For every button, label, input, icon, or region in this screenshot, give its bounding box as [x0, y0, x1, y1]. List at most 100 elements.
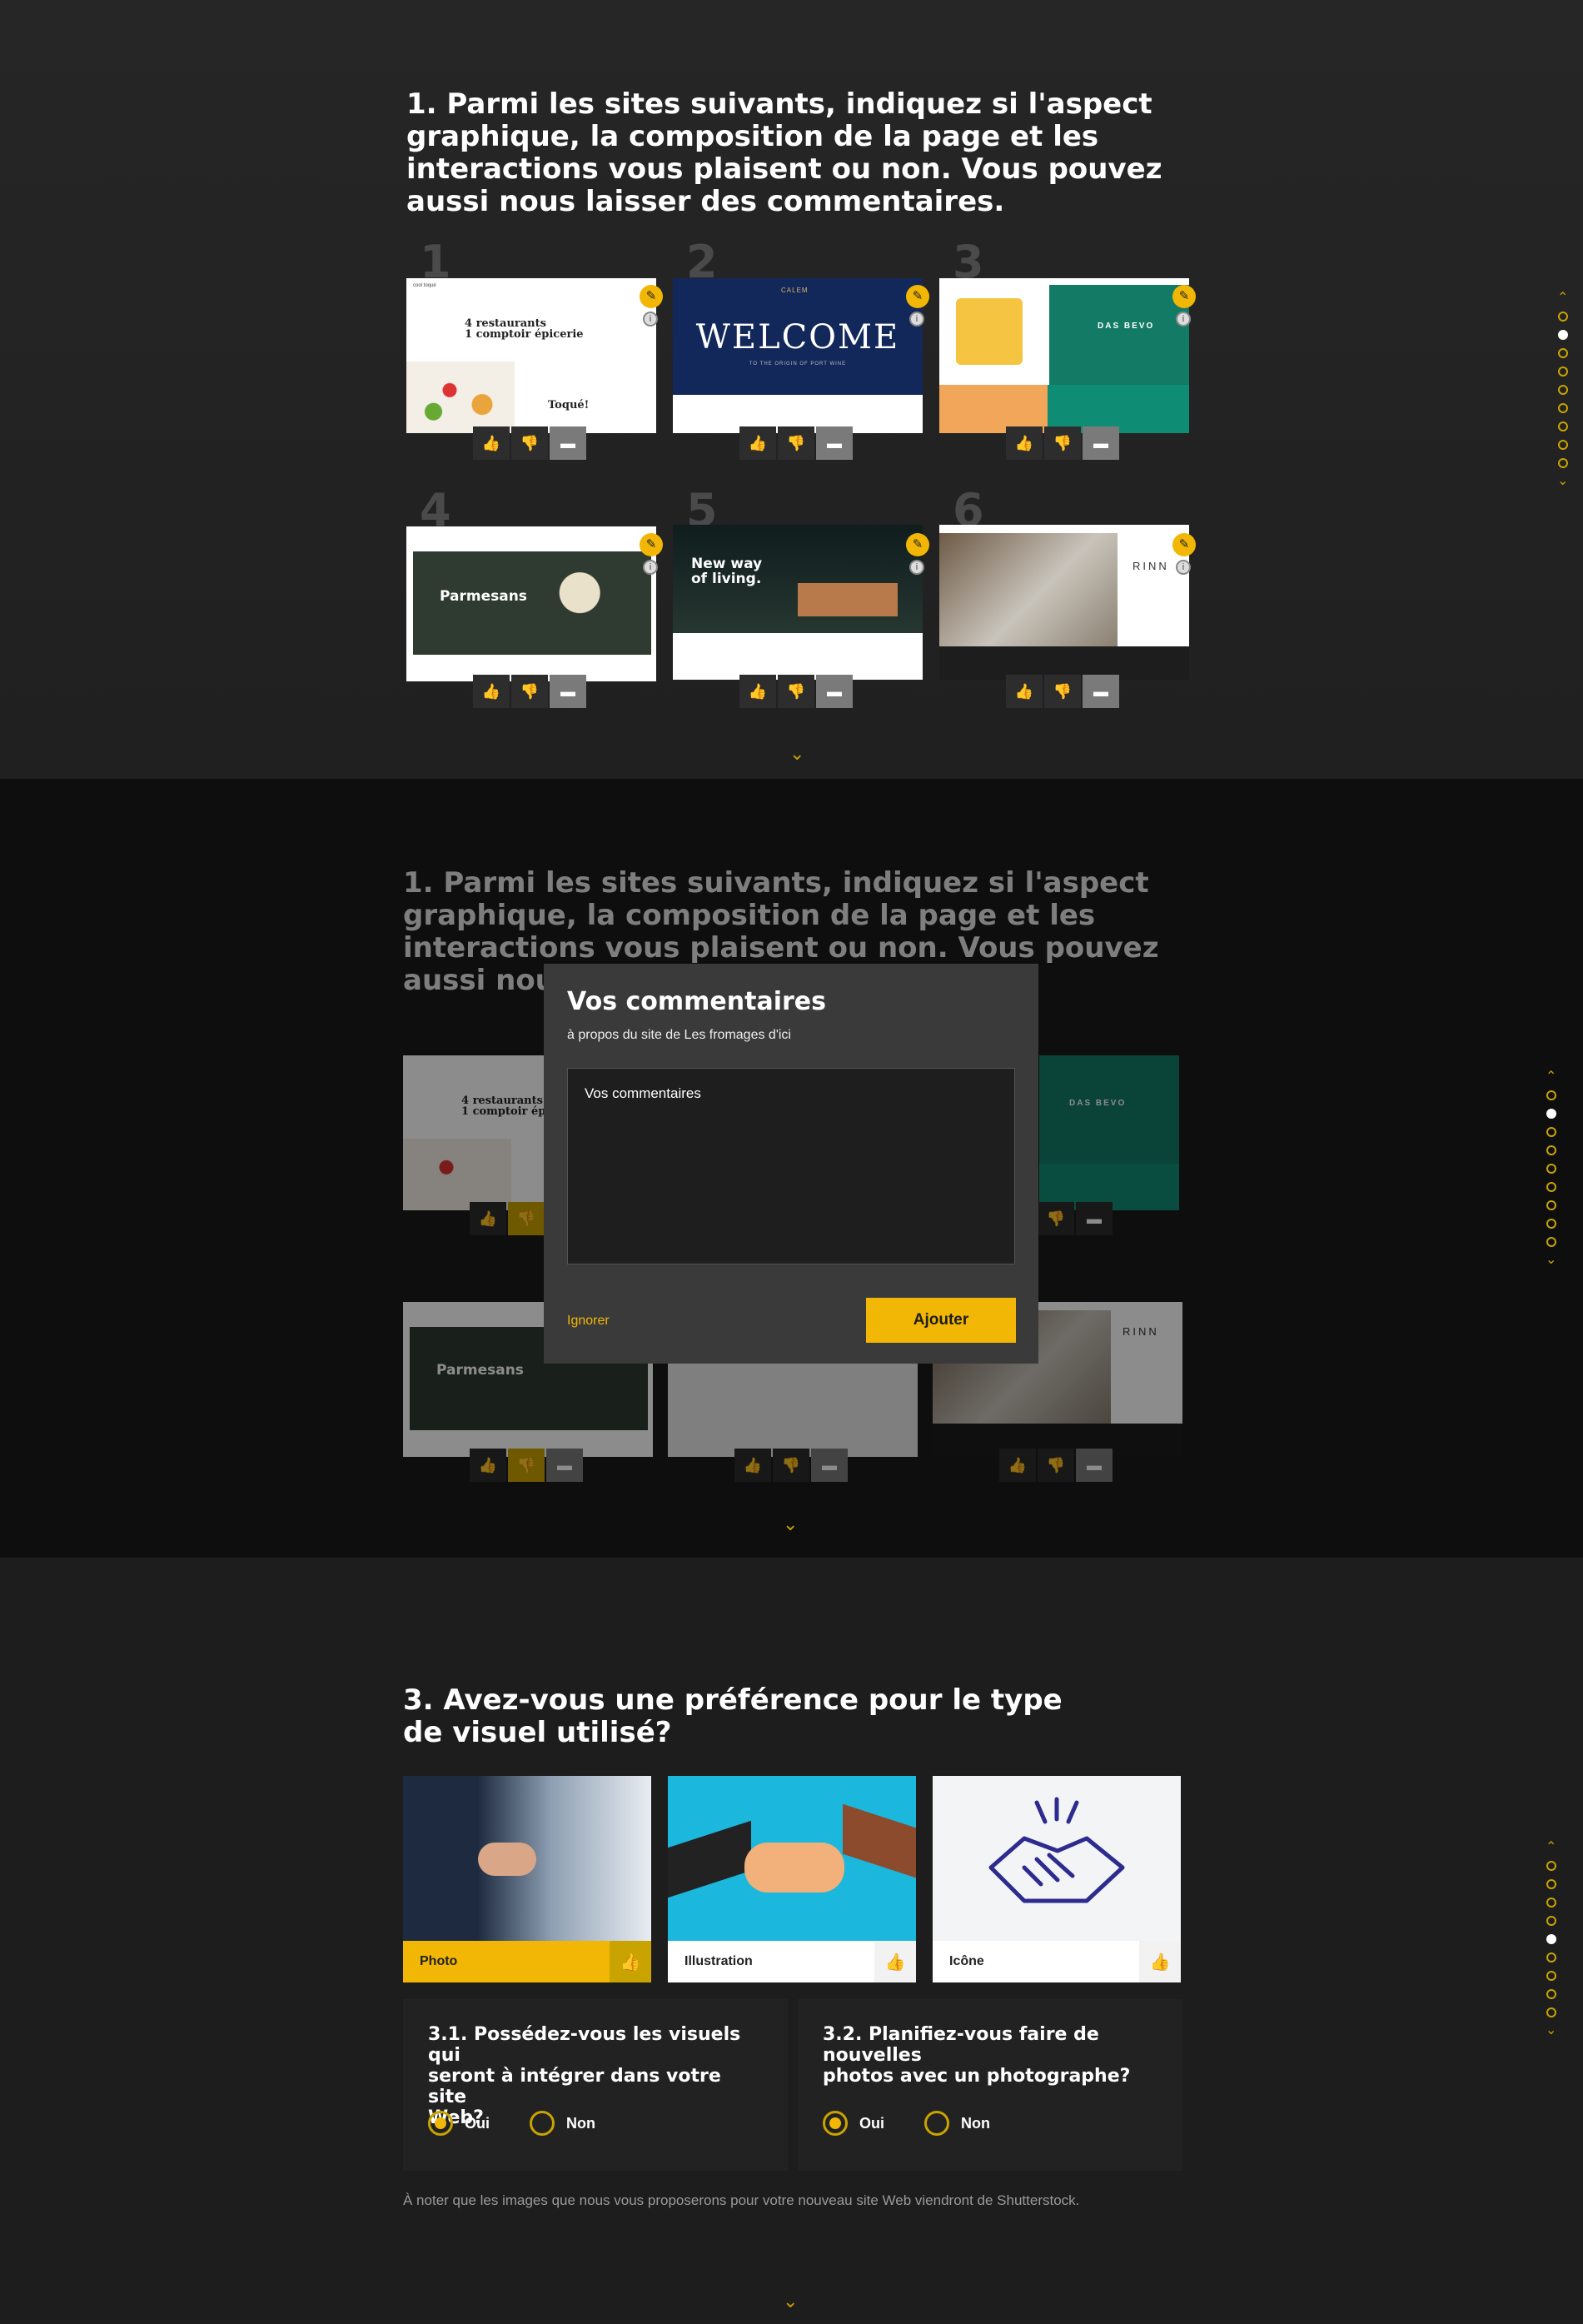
nav-dot[interactable]	[1546, 1109, 1556, 1119]
comment-icon[interactable]: ▬	[1083, 426, 1119, 460]
thumbs-up-icon[interactable]: 👍	[473, 426, 510, 460]
nav-dot[interactable]	[1546, 2007, 1556, 2017]
question-title: 3. Avez-vous une préférence pour le type…	[403, 1684, 1063, 1749]
thumbs-up-icon[interactable]: 👍	[473, 675, 510, 708]
thumbs-down-icon[interactable]: 👎	[511, 675, 548, 708]
nav-dot[interactable]	[1546, 1952, 1556, 1962]
nav-dot[interactable]	[1557, 312, 1568, 322]
nav-dot[interactable]	[1546, 1879, 1556, 1889]
nav-dot[interactable]	[1557, 421, 1568, 431]
nav-dot[interactable]	[1546, 1861, 1556, 1871]
vote-bar: 👍 👎 ▬	[473, 675, 586, 708]
thumbs-down-icon[interactable]: 👎	[778, 426, 814, 460]
nav-dot[interactable]	[1546, 1934, 1556, 1944]
visual-card-icon[interactable]: Icône 👍	[933, 1776, 1181, 1982]
nav-dot[interactable]	[1546, 1971, 1556, 1981]
nav-dot[interactable]	[1546, 1898, 1556, 1908]
thumbs-up-icon[interactable]: 👍	[1006, 426, 1043, 460]
nav-dot[interactable]	[1546, 1989, 1556, 1999]
thumbs-up-icon[interactable]: 👍	[1006, 675, 1043, 708]
nav-dot[interactable]	[1557, 403, 1568, 413]
radio-oui[interactable]	[823, 2111, 848, 2136]
nav-dot[interactable]	[1546, 1916, 1556, 1926]
visual-label: Photo	[403, 1941, 610, 1982]
info-icon[interactable]: i	[1176, 312, 1191, 327]
comment-textarea[interactable]: Vos commentaires	[567, 1068, 1015, 1264]
thumbs-up-icon[interactable]: 👍	[874, 1941, 916, 1982]
chevron-up-icon[interactable]: ⌃	[1546, 1070, 1556, 1084]
thumbs-up-icon[interactable]: 👍	[1139, 1941, 1181, 1982]
info-icon[interactable]: i	[643, 560, 658, 575]
page-nav-dots: ⌃ ⌄	[1546, 1070, 1556, 1267]
nav-dot[interactable]	[1546, 1090, 1556, 1100]
chevron-down-icon[interactable]: ⌄	[1557, 475, 1568, 488]
site-thumbnail-1[interactable]: cool toqué 4 restaurants 1 comptoir épic…	[406, 278, 656, 433]
radio-label: Non	[566, 2114, 595, 2132]
edit-icon[interactable]: ✎	[640, 533, 663, 556]
info-icon[interactable]: i	[643, 312, 658, 327]
chevron-up-icon[interactable]: ⌃	[1557, 292, 1568, 305]
thumbs-up-icon[interactable]: 👍	[610, 1941, 651, 1982]
page-nav-dots: ⌃ ⌄	[1557, 292, 1568, 488]
thumbs-up-icon[interactable]: 👍	[739, 675, 776, 708]
nav-dot[interactable]	[1546, 1127, 1556, 1137]
scroll-down-icon[interactable]: ⌄	[789, 743, 804, 765]
info-icon[interactable]: i	[1176, 560, 1191, 575]
edit-icon[interactable]: ✎	[906, 285, 929, 308]
nav-dot[interactable]	[1546, 1145, 1556, 1155]
radio-group: Oui Non	[428, 2111, 624, 2136]
edit-icon[interactable]: ✎	[640, 285, 663, 308]
nav-dot[interactable]	[1546, 1237, 1556, 1247]
chevron-up-icon[interactable]: ⌃	[1546, 1841, 1556, 1854]
nav-dot[interactable]	[1546, 1182, 1556, 1192]
nav-dot[interactable]	[1557, 440, 1568, 450]
add-button[interactable]: Ajouter	[866, 1298, 1016, 1343]
scroll-down-icon[interactable]: ⌄	[783, 2291, 798, 2312]
nav-dot[interactable]	[1546, 1219, 1556, 1229]
visual-card-photo[interactable]: Photo 👍	[403, 1776, 651, 1982]
comment-icon[interactable]: ▬	[550, 675, 586, 708]
info-icon[interactable]: i	[909, 560, 924, 575]
nav-dot[interactable]	[1557, 367, 1568, 377]
site-heading: Parmesans	[440, 588, 527, 605]
chevron-down-icon[interactable]: ⌄	[1546, 2024, 1556, 2037]
radio-oui[interactable]	[428, 2111, 453, 2136]
nav-dot[interactable]	[1546, 1200, 1556, 1210]
comment-icon[interactable]: ▬	[550, 426, 586, 460]
radio-label: Non	[961, 2114, 990, 2132]
site-thumbnail-4[interactable]: Parmesans	[406, 526, 656, 681]
thumbs-down-icon[interactable]: 👎	[778, 675, 814, 708]
info-icon[interactable]: i	[909, 312, 924, 327]
thumbs-up-icon[interactable]: 👍	[739, 426, 776, 460]
site-subheading: TO THE ORIGIN OF PORT WINE	[749, 362, 847, 367]
nav-dot[interactable]	[1557, 348, 1568, 358]
nav-dot[interactable]	[1557, 385, 1568, 395]
site-thumbnail-3[interactable]: DAS BEVO	[939, 278, 1189, 433]
edit-icon[interactable]: ✎	[906, 533, 929, 556]
thumbs-down-icon[interactable]: 👎	[511, 426, 548, 460]
nav-dot[interactable]	[1557, 330, 1568, 340]
title-line: seront à intégrer dans votre site	[428, 2066, 721, 2107]
edit-icon[interactable]: ✎	[1172, 533, 1196, 556]
vote-bar: 👍 👎 ▬	[473, 426, 586, 460]
site-thumbnail-5[interactable]: New way of living.	[673, 525, 923, 680]
site-thumbnail-6[interactable]: RINN	[939, 525, 1189, 680]
thumbs-down-icon[interactable]: 👎	[1044, 426, 1081, 460]
thumbs-down-icon[interactable]: 👎	[1044, 675, 1081, 708]
radio-non[interactable]	[530, 2111, 555, 2136]
ignore-button[interactable]: Ignorer	[567, 1314, 610, 1329]
site-heading: DAS BEVO	[1098, 322, 1155, 331]
radio-non[interactable]	[924, 2111, 949, 2136]
chevron-down-icon[interactable]: ⌄	[1546, 1254, 1556, 1267]
site-thumbnail-2[interactable]: CALEM WELCOME TO THE ORIGIN OF PORT WINE	[673, 278, 923, 433]
edit-icon[interactable]: ✎	[1172, 285, 1196, 308]
comment-icon[interactable]: ▬	[1083, 675, 1119, 708]
visual-label: Illustration	[684, 1954, 753, 1968]
comment-modal: Vos commentaires à propos du site de Les…	[544, 964, 1038, 1364]
scroll-down-icon[interactable]: ⌄	[783, 1514, 798, 1535]
nav-dot[interactable]	[1557, 458, 1568, 468]
comment-icon[interactable]: ▬	[816, 675, 853, 708]
visual-card-illustration[interactable]: Illustration 👍	[668, 1776, 916, 1982]
nav-dot[interactable]	[1546, 1164, 1556, 1174]
comment-icon[interactable]: ▬	[816, 426, 853, 460]
